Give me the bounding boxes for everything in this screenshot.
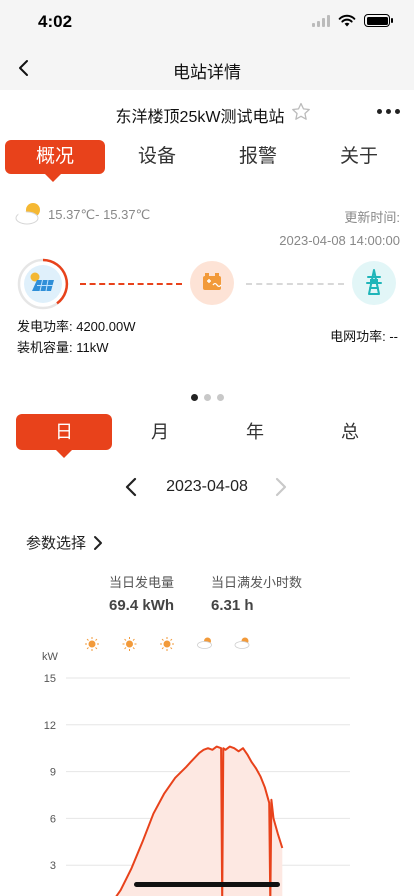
power-chart: kW 3 6 9 12 15 [0,630,414,896]
status-bar: 4:02 [0,0,414,46]
tab-overview[interactable]: 概况 [5,140,105,182]
cellular-signal-icon [312,14,330,27]
home-indicator [134,882,280,887]
sun-ray [132,638,135,641]
tab-month[interactable]: 月 [112,414,208,450]
page-dot[interactable] [203,394,211,401]
parameter-select-button[interactable]: 参数选择 [26,532,104,553]
sun-ray [86,638,89,641]
full-load-hours-label: 当日满发小时数 [211,575,303,590]
sun-ray [95,647,98,650]
cloud-icon [197,641,212,649]
station-name: 东洋楼顶25kW测试电站 [115,109,285,126]
installed-capacity: 装机容量: 11kW [17,340,109,355]
y-tick-label: 12 [44,720,56,732]
power-chart-svg: kW 3 6 9 12 15 [42,637,350,896]
page-title: 电站详情 [173,63,241,82]
sun-ray [124,638,127,641]
y-tick-label: 9 [50,767,56,779]
nav-bar: 电站详情 [0,46,414,90]
page-dot[interactable] [190,394,198,401]
sun-ray [124,647,127,650]
tab-year[interactable]: 年 [207,414,303,450]
cloud-icon [234,641,250,649]
status-icons [312,14,393,27]
full-load-hours: 当日满发小时数 6.31 h [211,572,302,614]
sun-icon [126,640,133,648]
generation-power: 发电功率: 4200.00W [17,319,136,334]
y-axis-unit: kW [42,651,59,663]
power-area [116,746,283,896]
sun-ray [86,647,89,650]
inverter-icon [190,261,234,305]
parameter-select-label: 参数选择 [26,535,87,552]
sun-ray [161,638,164,641]
tab-devices[interactable]: 设备 [107,140,207,174]
y-tick-label: 3 [50,860,56,872]
tab-alarms[interactable]: 报警 [208,140,308,174]
sun-ray [132,647,135,650]
station-header: 东洋楼顶25kW测试电站 [0,90,414,134]
chevron-right-icon [94,535,103,550]
full-load-hours-value: 6.31 h [211,597,254,614]
solar-to-inverter-link [80,283,182,285]
main-tabs: 概况 设备 报警 关于 [0,140,414,184]
status-time: 4:02 [38,12,73,31]
sun-ray [170,638,173,641]
more-options-icon[interactable] [377,109,400,114]
update-time-label: 更新时间: [344,210,400,225]
daily-generation-value: 69.4 kWh [109,597,175,614]
y-tick-label: 15 [44,673,56,685]
sun-ray [161,647,164,650]
grid-power: 电网功率: -- [330,329,398,344]
next-date-icon[interactable] [268,475,292,499]
page-dot[interactable] [216,394,224,401]
sun-icon [163,640,171,648]
solar-panel-icon [17,258,69,310]
energy-flow [0,256,414,316]
tab-about[interactable]: 关于 [309,140,409,174]
inverter-to-grid-link [246,283,344,285]
daily-generation-label: 当日发电量 [109,575,175,590]
temperature-range: 15.37℃- 15.37℃ [48,207,151,222]
date-selector: 2023-04-08 [0,472,414,502]
sun-icon [88,640,96,648]
selected-date[interactable]: 2023-04-08 [0,478,414,496]
y-tick-label: 6 [50,813,56,825]
favorite-star-icon[interactable] [290,101,312,123]
sun-ray [95,638,98,641]
update-time-value: 2023-04-08 14:00:00 [279,233,400,248]
battery-icon [364,14,393,27]
tab-total[interactable]: 总 [302,414,398,450]
tab-day[interactable]: 日 [16,414,112,458]
sun-ray [170,647,173,650]
daily-generation: 当日发电量 69.4 kWh [109,572,174,614]
wifi-icon [338,14,356,27]
grid-tower-icon [352,261,396,305]
partly-cloudy-icon [15,203,40,225]
period-tabs: 日 月 年 总 [0,414,414,458]
page-indicator [0,394,414,401]
